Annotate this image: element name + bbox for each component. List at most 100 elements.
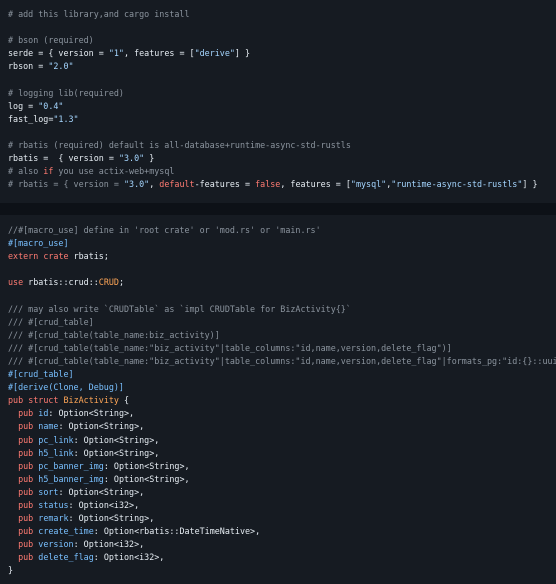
code-token: pub: [18, 539, 34, 550]
code-token: //#[macro_use] define in 'root crate' or…: [8, 225, 321, 235]
code-token: /// #[crud_table(table_name:"biz_activit…: [8, 342, 452, 353]
rust-code-line: pub h5_banner_img: Option<String>,: [8, 473, 556, 486]
code-token: pub: [18, 552, 34, 563]
rust-code-line: pub create_time: Option<rbatis::DateTime…: [8, 525, 556, 538]
code-token: rbatis = { version =: [8, 153, 119, 164]
toml-code-line: log = "0.4": [8, 100, 556, 113]
rust-code-line: pub version: Option<i32>,: [8, 538, 556, 551]
rust-code-line: use rbatis::crud::CRUD;: [8, 276, 556, 289]
code-token: "3.0": [118, 153, 145, 164]
code-token: pc_banner_img: [38, 460, 104, 471]
code-token: h5_link: [38, 447, 74, 458]
code-token: rbson =: [8, 61, 49, 72]
code-token: }: [144, 153, 155, 164]
toml-code-line: # bson (required): [8, 34, 556, 47]
toml-code-line: # rbatis = { version = "3.0", default-fe…: [8, 178, 556, 191]
toml-code-line: # also if you use actix-web+mysql: [8, 165, 556, 178]
code-token: : Option<i32>,: [73, 539, 145, 550]
toml-code-line: rbatis = { version = "3.0" }: [8, 152, 556, 165]
code-token: # logging lib(required): [8, 87, 124, 98]
code-token: "derive": [194, 48, 235, 59]
code-token: #[derive(Clone, Debug)]: [8, 382, 124, 393]
rust-code-line: pub status: Option<i32>,: [8, 499, 556, 512]
code-token: , features = [: [123, 48, 195, 59]
code-token: status: [38, 499, 69, 510]
rust-code-line: extern crate rbatis;: [8, 250, 556, 263]
code-token: "3.0": [123, 179, 150, 190]
code-token: h5_banner_img: [38, 473, 104, 484]
toml-code-line: fast_log="1.3": [8, 113, 556, 126]
code-token: # rbatis = { version =: [8, 179, 124, 190]
rust-code-block[interactable]: //#[macro_use] define in 'root crate' or…: [0, 215, 556, 584]
code-token: pub: [18, 486, 34, 497]
code-token: "2.0": [48, 61, 74, 72]
code-token: serde = { version =: [8, 48, 109, 59]
code-token: }: [8, 565, 14, 576]
code-token: -features =: [194, 179, 256, 190]
code-token: name: [38, 421, 59, 432]
toml-code-line: [8, 73, 556, 86]
code-token: : Option<String>,: [103, 460, 190, 471]
code-token: pub: [18, 434, 34, 445]
rust-code-line: [8, 263, 556, 276]
code-token: rbatis;: [68, 251, 109, 262]
toml-code-line: [8, 21, 556, 34]
code-token: ] }: [522, 179, 538, 190]
rust-code-line: #[derive(Clone, Debug)]: [8, 381, 556, 394]
rust-code-line: pub sort: Option<String>,: [8, 486, 556, 499]
toml-code-line: # rbatis (required) default is all-datab…: [8, 139, 556, 152]
code-token: extern: [8, 251, 39, 262]
toml-code-block[interactable]: # add this library,and cargo install # bs…: [0, 0, 556, 203]
code-token: default: [159, 179, 195, 190]
rust-code-line: /// #[crud_table(table_name:"biz_activit…: [8, 355, 556, 368]
code-token: /// #[crud_table]: [8, 316, 94, 327]
code-token: #[crud_table]: [8, 369, 74, 380]
code-token: version: [38, 539, 74, 550]
code-token: : Option<String>,: [73, 447, 160, 458]
code-token: "mysql": [350, 179, 387, 190]
code-token: : Option<String>,: [68, 513, 155, 524]
code-token: log =: [8, 100, 39, 111]
rust-code-line: /// #[crud_table(table_name:biz_activity…: [8, 329, 556, 342]
code-token: remark: [38, 513, 69, 524]
code-token: BizActivity: [63, 395, 119, 406]
code-token: pub: [18, 408, 34, 419]
code-token: id: [38, 408, 49, 419]
rust-code-line: pub id: Option<String>,: [8, 407, 556, 420]
toml-code-line: rbson = "2.0": [8, 60, 556, 73]
code-token: rbatis::crud::: [23, 277, 99, 288]
code-token: delete_flag: [38, 552, 94, 563]
code-token: : Option<String>,: [73, 434, 160, 445]
code-token: create_time: [38, 526, 94, 537]
code-token: pub: [18, 513, 34, 524]
code-token: pub: [18, 526, 34, 537]
code-token: : Option<String>,: [58, 421, 145, 432]
code-token: # add this library,and cargo install: [8, 9, 190, 19]
code-token: # bson (required): [8, 35, 94, 46]
code-token: pub: [18, 499, 34, 510]
rust-code-line: /// #[crud_table(table_name:"biz_activit…: [8, 342, 556, 355]
code-token: pub: [18, 447, 34, 458]
code-token: : Option<i32>,: [93, 552, 165, 563]
rust-code-line: pub delete_flag: Option<i32>,: [8, 551, 556, 564]
rust-code-line: pub pc_banner_img: Option<String>,: [8, 460, 556, 473]
code-token: ,: [149, 179, 160, 190]
rust-code-line: [8, 289, 556, 302]
rust-code: //#[macro_use] define in 'root crate' or…: [0, 215, 556, 578]
code-token: , features = [: [280, 179, 351, 190]
toml-code: # add this library,and cargo install # bs…: [0, 0, 556, 191]
rust-code-line: pub remark: Option<String>,: [8, 512, 556, 525]
code-token: "0.4": [38, 100, 64, 111]
code-token: #[macro_use]: [8, 238, 69, 249]
code-token: : Option<String>,: [58, 486, 145, 497]
